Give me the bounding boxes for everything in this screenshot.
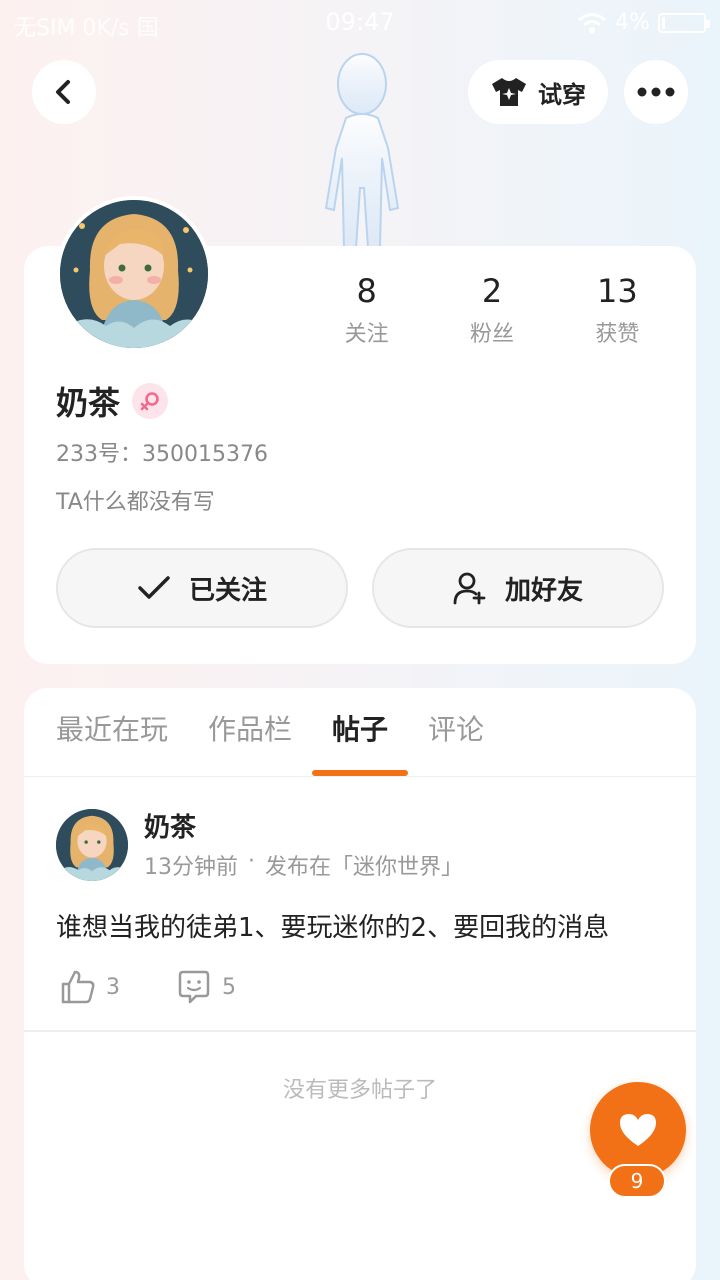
post-author-name[interactable]: 奶茶 bbox=[144, 807, 196, 844]
likes-label: 获赞 bbox=[595, 322, 640, 347]
add-user-icon bbox=[453, 572, 486, 605]
tshirt-icon bbox=[492, 78, 526, 106]
post-author-avatar[interactable] bbox=[56, 809, 128, 881]
wifi-icon bbox=[578, 12, 607, 33]
tab-recent-play[interactable]: 最近在玩 bbox=[56, 708, 168, 758]
stat-fans[interactable]: 2 粉丝 bbox=[429, 270, 554, 348]
post-source[interactable]: 发布在「迷你世界」 bbox=[265, 849, 463, 881]
more-button[interactable] bbox=[624, 60, 688, 124]
post-meta: 13分钟前 · 发布在「迷你世界」 bbox=[144, 849, 463, 881]
fans-label: 粉丝 bbox=[469, 322, 514, 347]
female-icon bbox=[132, 383, 169, 419]
user-id: 233号：350015376 bbox=[56, 442, 268, 467]
try-on-button[interactable]: 试穿 bbox=[468, 60, 608, 124]
post-comment-button[interactable]: 5 bbox=[176, 969, 236, 1005]
post-like-button[interactable]: 3 bbox=[60, 969, 120, 1005]
tab-works[interactable]: 作品栏 bbox=[208, 708, 292, 758]
battery-percent: 4% bbox=[615, 10, 650, 35]
following-count: 8 bbox=[356, 272, 377, 310]
try-on-label: 试穿 bbox=[538, 80, 586, 109]
status-icons: 4% bbox=[577, 10, 710, 35]
profile-name-row: 奶茶 bbox=[56, 378, 169, 424]
check-icon bbox=[138, 576, 170, 599]
avatar[interactable] bbox=[56, 196, 212, 352]
comment-icon bbox=[178, 970, 210, 1004]
chevron-left-icon bbox=[56, 80, 70, 104]
following-label: 关注 bbox=[344, 322, 389, 347]
likes-count: 13 bbox=[596, 272, 638, 310]
stat-likes[interactable]: 13 获赞 bbox=[555, 270, 680, 348]
thumbs-up-icon bbox=[61, 970, 95, 1004]
post-item[interactable]: 奶茶 13分钟前 · 发布在「迷你世界」 谁想当我的徒弟1、要玩迷你的2、要回我… bbox=[24, 777, 696, 1031]
stats-row: 8 关注 2 粉丝 13 获赞 bbox=[304, 270, 680, 348]
profile-name: 奶茶 bbox=[56, 384, 121, 422]
post-like-count: 3 bbox=[106, 974, 120, 1000]
fans-count: 2 bbox=[481, 272, 503, 310]
posts-card: 最近在玩 作品栏 帖子 评论 奶茶 13分钟前 · 发布在「迷你世界」 谁想当我… bbox=[24, 688, 696, 1280]
add-friend-button[interactable]: 加好友 bbox=[372, 548, 664, 628]
profile-tabs: 最近在玩 作品栏 帖子 评论 bbox=[56, 708, 484, 776]
stat-following[interactable]: 8 关注 bbox=[304, 270, 429, 348]
add-friend-label: 加好友 bbox=[504, 575, 583, 606]
post-time: 13分钟前 bbox=[144, 855, 238, 880]
tab-posts[interactable]: 帖子 bbox=[312, 708, 409, 776]
avatar-3d-figure[interactable] bbox=[302, 48, 422, 249]
tab-comments[interactable]: 评论 bbox=[428, 708, 484, 758]
post-divider bbox=[24, 1030, 696, 1032]
no-more-posts: 没有更多帖子了 bbox=[282, 1078, 437, 1103]
battery-icon bbox=[658, 12, 710, 33]
followed-label: 已关注 bbox=[188, 575, 267, 606]
ellipsis-icon bbox=[637, 87, 675, 97]
meta-separator: · bbox=[248, 849, 255, 874]
heart-icon bbox=[620, 1114, 656, 1146]
post-actions: 3 5 bbox=[60, 969, 236, 1005]
user-bio: TA什么都没有写 bbox=[56, 490, 215, 515]
like-count-badge: 9 bbox=[608, 1164, 666, 1198]
post-comment-count: 5 bbox=[222, 974, 236, 1000]
followed-button[interactable]: 已关注 bbox=[56, 548, 348, 628]
back-button[interactable] bbox=[32, 60, 96, 124]
status-bar: 无SIM 0K/s 国 09:47 4% bbox=[0, 0, 720, 46]
post-content[interactable]: 谁想当我的徒弟1、要玩迷你的2、要回我的消息 bbox=[56, 907, 609, 944]
